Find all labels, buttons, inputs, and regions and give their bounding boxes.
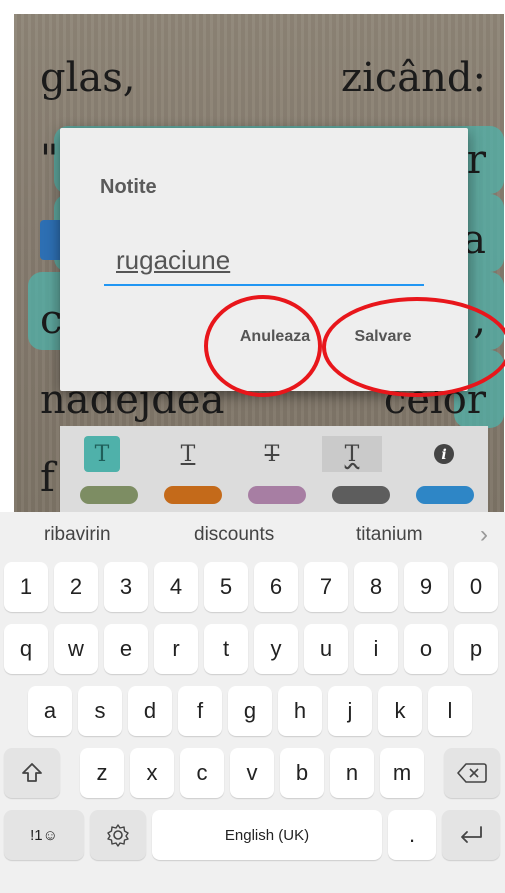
key-u[interactable]: u	[304, 624, 348, 674]
key-f[interactable]: f	[178, 686, 222, 736]
backspace-icon	[457, 763, 487, 783]
key-j[interactable]: j	[328, 686, 372, 736]
save-button[interactable]: Salvare	[338, 322, 428, 352]
key-z[interactable]: z	[80, 748, 124, 798]
color-swatch-blue[interactable]	[416, 486, 474, 504]
chevron-right-icon[interactable]: ›	[480, 521, 488, 549]
soft-keyboard: ribavirin discounts titanium › 1 2 3 4 5…	[0, 512, 505, 893]
notes-dialog: Notite Anuleaza Salvare	[60, 128, 468, 391]
key-4[interactable]: 4	[154, 562, 198, 612]
suggestion-item[interactable]: discounts	[194, 524, 274, 546]
key-q[interactable]: q	[4, 624, 48, 674]
key-a[interactable]: a	[28, 686, 72, 736]
symbols-key[interactable]: !1☺	[4, 810, 84, 860]
key-k[interactable]: k	[378, 686, 422, 736]
suggestion-item[interactable]: titanium	[356, 524, 423, 546]
backspace-key[interactable]	[444, 748, 500, 798]
key-8[interactable]: 8	[354, 562, 398, 612]
key-7[interactable]: 7	[304, 562, 348, 612]
svg-text:i: i	[441, 447, 446, 463]
cancel-button[interactable]: Anuleaza	[225, 322, 325, 352]
key-d[interactable]: d	[128, 686, 172, 736]
key-2[interactable]: 2	[54, 562, 98, 612]
enter-icon	[461, 826, 482, 843]
shift-key[interactable]	[4, 748, 60, 798]
note-input[interactable]	[104, 240, 424, 286]
key-i[interactable]: i	[354, 624, 398, 674]
squiggly-underline-icon[interactable]: T	[322, 436, 382, 472]
key-3[interactable]: 3	[104, 562, 148, 612]
key-y[interactable]: y	[254, 624, 298, 674]
color-swatch-gray[interactable]	[332, 486, 390, 504]
key-5[interactable]: 5	[204, 562, 248, 612]
settings-key[interactable]	[90, 810, 146, 860]
key-c[interactable]: c	[180, 748, 224, 798]
key-l[interactable]: l	[428, 686, 472, 736]
format-toolbar: T T T T i	[60, 426, 488, 512]
key-0[interactable]: 0	[454, 562, 498, 612]
key-h[interactable]: h	[278, 686, 322, 736]
space-bar[interactable]: English (UK)	[152, 810, 382, 860]
gear-icon	[107, 824, 129, 847]
text-line: glas, zicând:	[40, 55, 486, 101]
color-swatch-green[interactable]	[80, 486, 138, 504]
key-p[interactable]: p	[454, 624, 498, 674]
underline-icon[interactable]: T	[170, 436, 206, 472]
suggestion-item[interactable]: ribavirin	[44, 524, 111, 546]
key-o[interactable]: o	[404, 624, 448, 674]
period-key[interactable]: .	[388, 810, 436, 860]
key-b[interactable]: b	[280, 748, 324, 798]
info-icon[interactable]: i	[426, 436, 462, 472]
suggestion-bar: ribavirin discounts titanium ›	[0, 512, 505, 558]
key-m[interactable]: m	[380, 748, 424, 798]
key-r[interactable]: r	[154, 624, 198, 674]
enter-key[interactable]	[442, 810, 500, 860]
key-1[interactable]: 1	[4, 562, 48, 612]
color-swatch-purple[interactable]	[248, 486, 306, 504]
key-s[interactable]: s	[78, 686, 122, 736]
key-n[interactable]: n	[330, 748, 374, 798]
key-v[interactable]: v	[230, 748, 274, 798]
key-9[interactable]: 9	[404, 562, 448, 612]
key-6[interactable]: 6	[254, 562, 298, 612]
shift-arrow-icon	[22, 763, 42, 782]
key-w[interactable]: w	[54, 624, 98, 674]
color-swatch-orange[interactable]	[164, 486, 222, 504]
text-highlight-icon[interactable]: T	[84, 436, 120, 472]
key-e[interactable]: e	[104, 624, 148, 674]
key-g[interactable]: g	[228, 686, 272, 736]
key-t[interactable]: t	[204, 624, 248, 674]
key-x[interactable]: x	[130, 748, 174, 798]
strikethrough-icon[interactable]: T	[254, 436, 290, 472]
dialog-title: Notite	[100, 176, 157, 198]
